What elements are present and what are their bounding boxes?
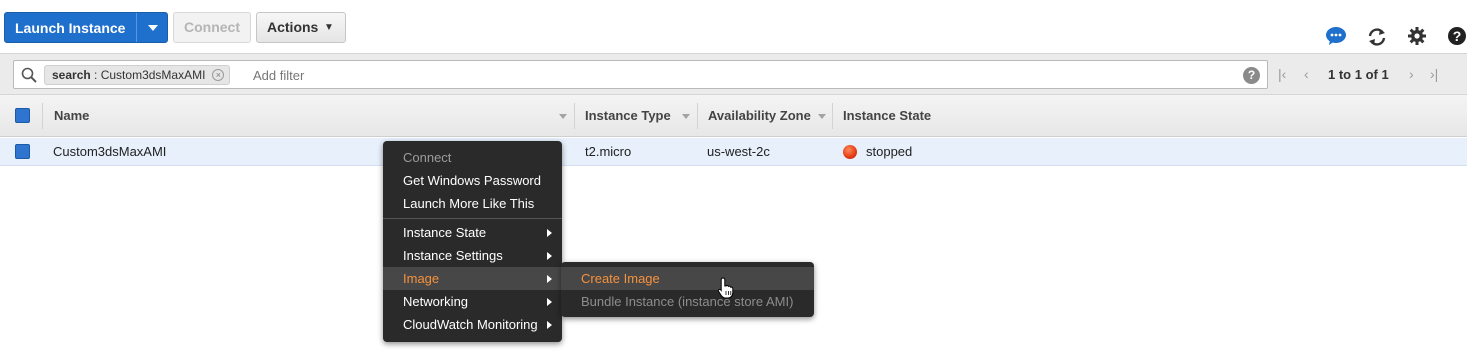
menu-item-connect[interactable]: Connect [383,146,562,169]
filter-help-icon[interactable]: ? [1243,67,1260,84]
menu-item-label: Instance State [403,225,487,240]
help-icon[interactable]: ? [1446,25,1468,47]
column-header-availability-zone[interactable]: Availability Zone [708,95,811,137]
sort-caret-icon[interactable] [818,114,826,119]
menu-item-label: Image [403,271,440,286]
cell-instance-type: t2.micro [585,144,632,159]
refresh-icon[interactable] [1366,26,1388,48]
column-divider [42,103,43,129]
add-filter-input[interactable] [251,65,1231,85]
menu-item-get-windows-password[interactable]: Get Windows Password [383,169,562,192]
sort-caret-icon[interactable] [559,114,567,119]
row-checkbox[interactable] [15,144,30,159]
menu-divider [383,218,562,219]
menu-item-instance-settings[interactable]: Instance Settings [383,244,562,267]
chevron-right-icon [547,321,552,329]
cell-name: Custom3dsMaxAMI [53,144,167,159]
launch-instance-button[interactable]: Launch Instance [4,12,168,43]
search-filter-box[interactable]: search : Custom3dsMaxAMI × ? [13,60,1268,89]
pagination-count: 1 to 1 of 1 [1328,67,1389,82]
launch-dropdown-toggle[interactable] [137,13,168,42]
search-icon [21,67,37,86]
menu-item-image[interactable]: Image [383,267,562,290]
cell-instance-state: stopped [866,144,913,159]
stopped-status-icon [843,145,857,159]
launch-instance-label: Launch Instance [15,20,126,36]
menu-item-label: Instance Settings [403,248,503,263]
cell-availability-zone: us-west-2c [707,144,770,159]
toolbar: Launch Instance Connect Actions ▼ ? [0,0,1477,52]
menu-item-label: Launch More Like This [403,196,535,211]
submenu-item-bundle-instance[interactable]: Bundle Instance (instance store AMI) [561,290,814,313]
first-page-icon[interactable]: |‹ [1278,66,1286,82]
column-header-instance-state[interactable]: Instance State [843,95,931,137]
column-header-name[interactable]: Name [54,95,89,137]
svg-text:?: ? [1453,28,1462,44]
menu-item-networking[interactable]: Networking [383,290,562,313]
chevron-right-icon [547,229,552,237]
filter-bar: search : Custom3dsMaxAMI × ? |‹ ‹ 1 to 1… [0,53,1467,95]
gear-icon[interactable] [1406,25,1428,47]
chevron-right-icon [547,275,552,283]
menu-item-label: Networking [403,294,469,309]
chevron-right-icon [547,298,552,306]
next-page-icon[interactable]: › [1409,66,1414,82]
chevron-right-icon [547,252,552,260]
chevron-down-icon [147,24,158,31]
chat-icon[interactable] [1325,25,1347,47]
actions-button[interactable]: Actions ▼ [256,12,346,43]
submenu-item-label: Create Image [581,271,660,286]
connect-button[interactable]: Connect [173,12,251,43]
menu-item-label: CloudWatch Monitoring [403,317,538,332]
menu-item-launch-more-like-this[interactable]: Launch More Like This [383,192,562,215]
column-divider [832,103,833,129]
last-page-icon[interactable]: ›| [1430,66,1438,82]
menu-item-label: Get Windows Password [403,173,541,188]
sort-caret-icon[interactable] [682,114,690,119]
search-filter-token[interactable]: search : Custom3dsMaxAMI × [44,65,231,85]
remove-token-icon[interactable]: × [212,69,225,81]
previous-page-icon[interactable]: ‹ [1304,66,1309,82]
chevron-down-icon: ▼ [324,22,334,33]
table-header: Name Instance Type Availability Zone Ins… [0,95,1467,137]
select-all-checkbox[interactable] [15,108,30,123]
menu-item-label: Connect [403,150,452,165]
submenu-item-create-image[interactable]: Create Image [561,267,814,290]
column-header-instance-type[interactable]: Instance Type [585,95,671,137]
column-divider [574,103,575,129]
token-separator: : [90,68,101,82]
submenu-item-label: Bundle Instance (instance store AMI) [581,294,794,309]
token-key: search [52,68,91,82]
token-value: Custom3dsMaxAMI [100,68,206,82]
column-divider [697,103,698,129]
menu-item-cloudwatch-monitoring[interactable]: CloudWatch Monitoring [383,313,562,336]
hand-pointer-icon [717,277,735,299]
table-row[interactable]: Custom3dsMaxAMI t2.micro us-west-2c stop… [0,138,1467,166]
actions-label: Actions [267,19,319,35]
context-menu: Connect Get Windows Password Launch More… [383,141,562,342]
menu-item-instance-state[interactable]: Instance State [383,221,562,244]
image-submenu: Create Image Bundle Instance (instance s… [561,262,814,317]
